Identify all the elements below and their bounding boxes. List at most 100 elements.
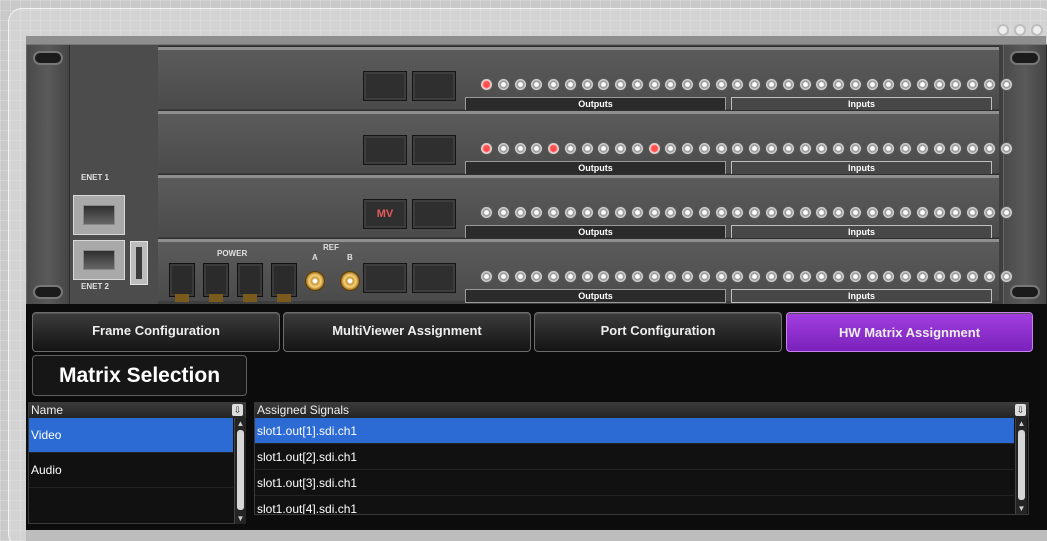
bnc-connector[interactable] — [999, 270, 1013, 283]
bnc-connector[interactable] — [513, 206, 527, 219]
bnc-connector[interactable] — [496, 142, 510, 155]
bnc-connector[interactable] — [714, 270, 728, 283]
assigned-list-scrollbar[interactable]: ▲ ▼ — [1015, 418, 1027, 514]
bnc-connector[interactable] — [882, 206, 896, 219]
bnc-connector[interactable] — [949, 270, 963, 283]
column-menu-icon[interactable]: ⇩ — [1015, 404, 1026, 416]
bnc-connector[interactable] — [731, 78, 745, 91]
bnc-connector[interactable] — [580, 142, 594, 155]
bnc-connector[interactable] — [915, 142, 929, 155]
bnc-connector[interactable] — [614, 206, 628, 219]
bnc-connector[interactable] — [681, 142, 695, 155]
bnc-connector[interactable] — [630, 78, 644, 91]
bnc-connector[interactable] — [513, 270, 527, 283]
bnc-connector[interactable] — [966, 78, 980, 91]
bnc-connector[interactable] — [480, 78, 493, 91]
outputs-bar[interactable]: Outputs — [465, 161, 726, 175]
list-item-audio[interactable]: Audio — [29, 453, 233, 488]
bnc-connector[interactable] — [597, 270, 611, 283]
bnc-connector[interactable] — [748, 78, 762, 91]
outputs-bar[interactable]: Outputs — [465, 97, 726, 111]
bnc-connector[interactable] — [647, 142, 661, 155]
bnc-connector[interactable] — [915, 78, 929, 91]
bnc-connector[interactable] — [697, 270, 711, 283]
bnc-connector[interactable] — [563, 142, 577, 155]
list-item-video[interactable]: Video — [29, 418, 233, 453]
bnc-connector[interactable] — [982, 270, 996, 283]
assigned-signals-header[interactable]: Assigned Signals ⇩ — [255, 403, 1028, 418]
window-control-3[interactable] — [1031, 24, 1043, 36]
bnc-connector[interactable] — [949, 78, 963, 91]
inputs-bar[interactable]: Inputs — [731, 97, 992, 111]
bnc-connector[interactable] — [513, 142, 527, 155]
bnc-connector[interactable] — [630, 270, 644, 283]
tab-hw-matrix-assignment[interactable]: HW Matrix Assignment — [786, 312, 1033, 352]
bnc-connector[interactable] — [865, 78, 879, 91]
scroll-down-icon[interactable]: ▼ — [235, 513, 246, 524]
bnc-connector[interactable] — [580, 78, 594, 91]
bnc-connector[interactable] — [597, 206, 611, 219]
bnc-connector[interactable] — [480, 270, 493, 283]
power-connector[interactable] — [203, 263, 229, 302]
bnc-connector[interactable] — [681, 78, 695, 91]
bnc-connector[interactable] — [899, 142, 913, 155]
bnc-connector[interactable] — [765, 78, 779, 91]
bnc-connector[interactable] — [714, 206, 728, 219]
io-module-block[interactable] — [363, 263, 407, 293]
bnc-connector[interactable] — [815, 270, 829, 283]
bnc-connector[interactable] — [580, 206, 594, 219]
bnc-connector[interactable] — [815, 206, 829, 219]
bnc-connector[interactable] — [982, 142, 996, 155]
bnc-connector[interactable] — [982, 206, 996, 219]
bnc-connector[interactable] — [848, 142, 862, 155]
bnc-connector[interactable] — [547, 270, 561, 283]
bnc-connector[interactable] — [664, 206, 678, 219]
bnc-connector[interactable] — [982, 78, 996, 91]
scroll-thumb[interactable] — [237, 430, 244, 510]
bnc-connector[interactable] — [530, 142, 544, 155]
bnc-connector[interactable] — [547, 206, 561, 219]
power-connector[interactable] — [169, 263, 195, 302]
io-module-block[interactable] — [412, 199, 456, 229]
bnc-connector[interactable] — [664, 78, 678, 91]
bnc-connector[interactable] — [999, 142, 1013, 155]
name-column-header[interactable]: Name ⇩ — [29, 403, 245, 418]
bnc-connector[interactable] — [480, 142, 493, 155]
inputs-bar[interactable]: Inputs — [731, 225, 992, 239]
inputs-bar[interactable]: Inputs — [731, 161, 992, 175]
io-module-block[interactable] — [363, 135, 407, 165]
bnc-connector[interactable] — [932, 142, 946, 155]
bnc-connector[interactable] — [765, 206, 779, 219]
bnc-connector[interactable] — [748, 142, 762, 155]
bnc-connector[interactable] — [681, 206, 695, 219]
bnc-connector[interactable] — [781, 270, 795, 283]
bnc-connector[interactable] — [848, 78, 862, 91]
bnc-connector[interactable] — [731, 270, 745, 283]
bnc-connector[interactable] — [714, 78, 728, 91]
bnc-connector[interactable] — [681, 270, 695, 283]
slot-3[interactable]: MV Outputs Inputs — [158, 175, 1013, 239]
slot-1[interactable]: Outputs Inputs — [158, 47, 1013, 111]
ref-a-connector[interactable] — [305, 271, 325, 291]
bnc-connector[interactable] — [530, 270, 544, 283]
bnc-connector[interactable] — [832, 206, 846, 219]
io-module-block[interactable] — [363, 71, 407, 101]
bnc-connector[interactable] — [999, 78, 1013, 91]
bnc-connector[interactable] — [697, 142, 711, 155]
bnc-connector[interactable] — [714, 142, 728, 155]
bnc-connector[interactable] — [966, 270, 980, 283]
bnc-connector[interactable] — [966, 206, 980, 219]
bnc-connector[interactable] — [832, 78, 846, 91]
bnc-connector[interactable] — [815, 78, 829, 91]
bnc-connector[interactable] — [865, 142, 879, 155]
tab-port-configuration[interactable]: Port Configuration — [534, 312, 782, 352]
bnc-connector[interactable] — [765, 270, 779, 283]
bnc-connector[interactable] — [530, 78, 544, 91]
power-connector[interactable] — [271, 263, 297, 302]
io-module-block[interactable] — [412, 135, 456, 165]
bnc-connector[interactable] — [899, 78, 913, 91]
bnc-connector[interactable] — [832, 142, 846, 155]
bnc-connector[interactable] — [614, 78, 628, 91]
bnc-connector[interactable] — [614, 142, 628, 155]
table-row[interactable]: slot1.out[1].sdi.ch1 — [255, 418, 1014, 444]
